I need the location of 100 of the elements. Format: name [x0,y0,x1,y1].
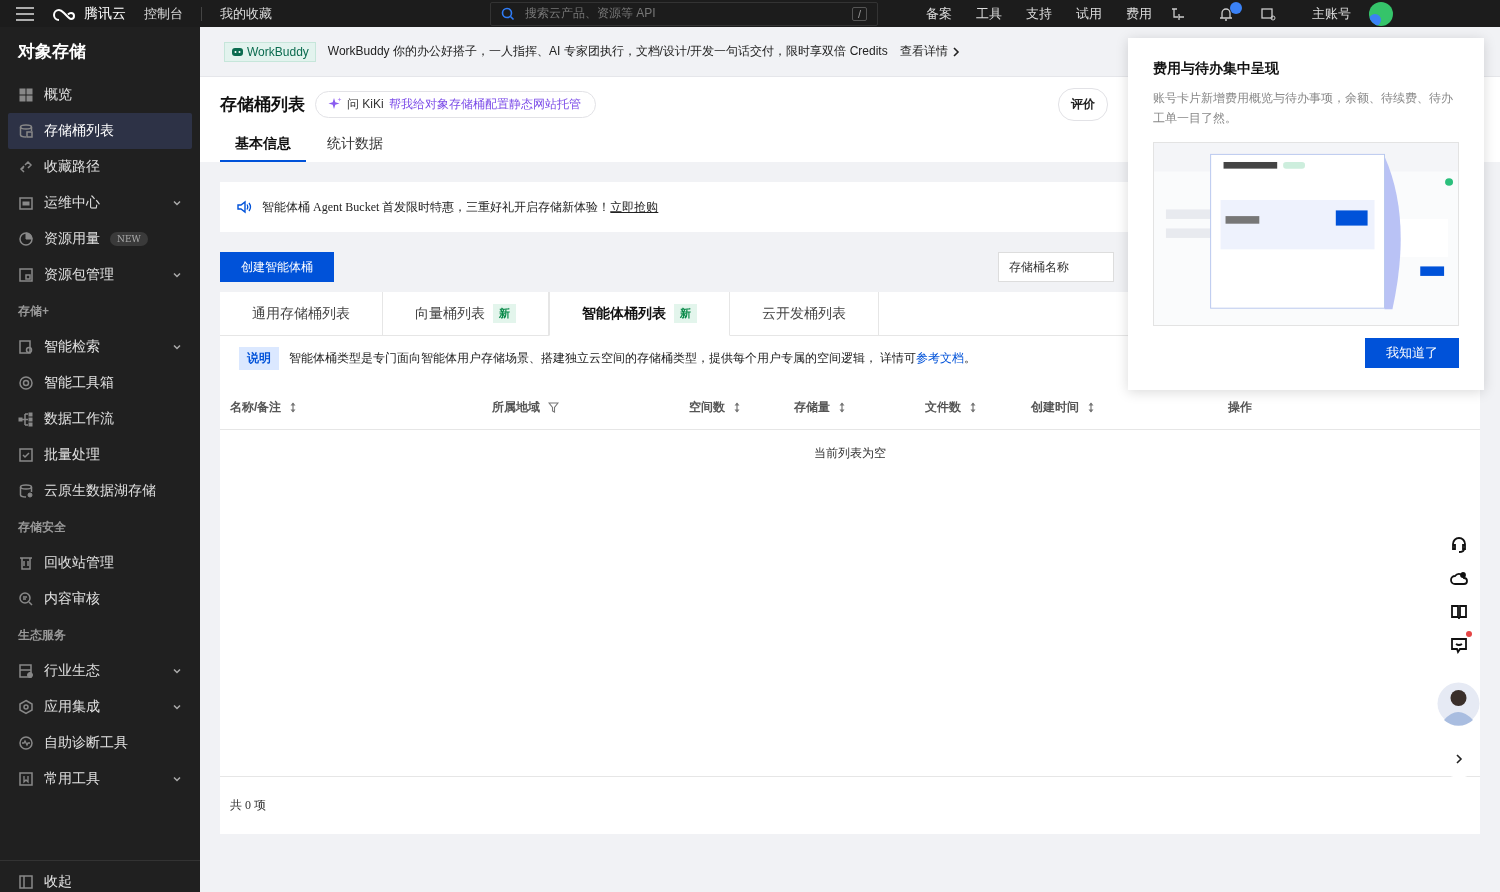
sidebar-item[interactable]: 资源用量 NEW [8,221,192,257]
page-tab[interactable]: 统计数据 [312,129,398,162]
sidebar-item[interactable]: 常用工具 [8,761,192,797]
new-badge: 新 [674,304,697,323]
sidebar-item[interactable]: 智能工具箱 [8,365,192,401]
column-header: 创建时间 [1031,398,1079,416]
workbuddy-tag[interactable]: WorkBuddy [224,41,316,62]
collapse-button[interactable]: 收起 [0,860,200,892]
menu-icon[interactable] [16,6,34,21]
sidebar-title: 对象存储 [16,41,87,63]
info-tag: 说明 [239,347,279,370]
create-button[interactable]: 创建智能体桶 [220,252,334,282]
sidebar-item[interactable]: 回收站管理 [8,545,192,581]
sidebar-section-label: 生态服务 [17,626,67,644]
info-text: 智能体桶类型是专门面向智能体用户存储场景、搭建独立云空间的存储桶类型，提供每个用户专属的空间逻辑， 详情可参考文档。 [289,350,977,367]
page-tab[interactable]: 基本信息 [220,129,306,162]
sidebar-item[interactable]: 概览 [8,77,192,113]
empty-message: 当前列表为空 [814,445,886,462]
total-count: 共 0 项 [230,797,266,814]
bucket-search-field[interactable]: 存储桶名称 [998,252,1114,282]
sidebar-item[interactable]: 运维中心 [8,185,192,221]
favorites-menu[interactable]: 我的收藏 [220,4,272,23]
top-nav-link[interactable]: 备案 [926,4,952,23]
sidebar-item-icon [18,735,34,751]
brand-name: 腾讯云 [84,4,126,23]
column-header: 所属地域 [492,398,540,416]
feedback-icon[interactable] [1449,636,1468,655]
top-nav-link[interactable]: 试用 [1076,4,1102,23]
sidebar-item[interactable]: 自助诊断工具 [8,725,192,761]
sidebar-item[interactable]: 行业生态 [8,653,192,689]
sidebar-section-label: 存储+ [17,302,50,320]
sort-icon[interactable] [838,401,846,413]
headset-icon[interactable] [1449,535,1468,554]
sidebar-item-icon [18,447,34,463]
filter-icon[interactable] [548,401,559,413]
sidebar-item[interactable]: 资源包管理 [8,257,192,293]
chevron-right-icon [951,46,960,57]
sidebar-item-icon [18,195,34,211]
column-header: 名称/备注 [230,398,282,416]
sidebar-item-icon [18,591,34,607]
sidebar-item-icon [18,663,34,679]
sort-icon[interactable] [289,401,298,413]
sidebar-item-icon [18,267,34,283]
account-avatar[interactable] [1369,1,1393,26]
sort-icon[interactable] [1087,401,1095,413]
sidebar-item-icon [18,771,34,787]
sidebar-item[interactable]: 批量处理 [8,437,192,473]
sort-icon[interactable] [969,401,977,413]
banner-text: WorkBuddy 你的办公好搭子，一人指挥、AI 专家团执行，文档/设计/开发一句话交付，限时享双倍 Credits [327,43,888,60]
language-icon[interactable] [1170,5,1186,22]
sidebar-section-label: 存储安全 [17,518,67,536]
sidebar-item[interactable]: 存储桶列表 [8,113,192,149]
new-badge: NEW [110,232,148,246]
top-nav-link[interactable]: 工具 [976,4,1002,23]
cloud-icon[interactable] [1449,569,1468,588]
sidebar-item-icon [18,87,34,103]
got-it-button[interactable]: 我知道了 [1365,338,1459,368]
account-label[interactable]: 主账号 [1312,4,1351,23]
sidebar-item[interactable]: 应用集成 [8,689,192,725]
robot-icon [231,46,244,57]
console-link[interactable]: 控制台 [144,4,183,23]
rate-button[interactable]: 评价 [1058,87,1108,121]
sidebar-item-icon [18,699,34,715]
notice-text: 智能体桶 Agent Bucket 首发限时特惠，三重好礼开启存储新体验！立即抢购 [262,198,659,216]
sidebar-item-icon [18,339,34,355]
top-nav-link[interactable]: 支持 [1026,4,1052,23]
sidebar-item-icon [18,411,34,427]
docs-link[interactable]: 参考文档 [916,351,965,365]
search-field[interactable]: 搜索云产品、资源等 API / [490,1,878,26]
sort-icon[interactable] [733,401,741,413]
bell-icon[interactable] [1218,5,1234,22]
sidebar-item[interactable]: 内容审核 [8,581,192,617]
column-header: 操作 [1228,398,1252,416]
assistant-avatar[interactable] [1437,680,1480,727]
sidebar-item-icon [18,123,34,139]
sidebar-item[interactable]: 智能检索 [8,329,192,365]
sidebar-item[interactable]: 云原生数据湖存储 [8,473,192,509]
sidebar-item-icon [18,375,34,391]
buy-link[interactable]: 立即抢购 [610,199,659,214]
popup-title: 费用与待办集中呈现 [1153,60,1280,78]
sidebar-item-icon [18,231,34,247]
sidebar-item-icon [18,483,34,499]
column-header: 文件数 [925,398,961,416]
column-header: 存储量 [794,398,830,416]
settings-icon[interactable] [1260,5,1276,22]
page-title: 存储桶列表 [220,93,305,116]
chevron-right-icon [1455,753,1463,765]
notification-badge [1230,1,1242,14]
column-header: 空间数 [689,398,725,416]
sidebar-item[interactable]: 数据工作流 [8,401,192,437]
collapse-icon [18,873,34,890]
book-icon[interactable] [1449,602,1468,621]
new-badge: 新 [493,304,516,323]
sidebar-item[interactable]: 收藏路径 [8,149,192,185]
search-icon [501,6,515,21]
bucket-tab[interactable]: 智能体桶列表 新 [549,292,730,336]
speaker-icon [236,200,252,214]
top-nav-link[interactable]: 费用 [1126,4,1152,23]
popup-text: 账号卡片新增费用概览与待办事项，余额、待续费、待办工单一目了然。 [1153,90,1454,127]
details-link[interactable]: 查看详情 [899,43,960,60]
